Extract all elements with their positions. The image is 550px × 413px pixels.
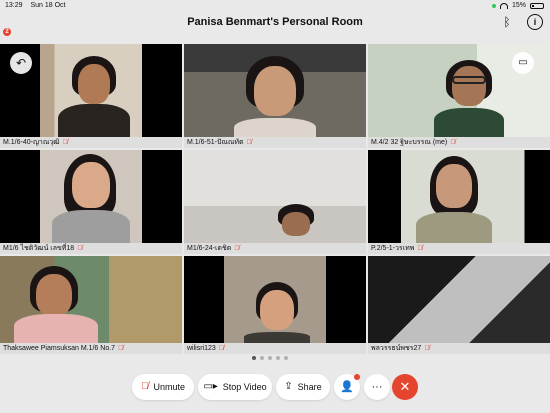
battery-icon (530, 2, 544, 9)
unmute-button[interactable]: 🎙̸ Unmute (132, 374, 194, 400)
participant-name-bar: P.2/5-1-วรเทพ 🎙̸ (368, 243, 550, 254)
participant-name-bar: M1/6 ไชติวัฒน์ เลขที่18 🎙̸ (0, 243, 182, 254)
participant-tile[interactable]: M1/6-24-เตชิต 🎙̸ (184, 150, 366, 254)
page-dot[interactable] (276, 356, 280, 360)
participants-icon: 👤 (340, 381, 354, 393)
participant-name: M1/6-24-เตชิต (187, 245, 232, 252)
participant-name-bar: พลวรรธน์พชร27 🎙̸ (368, 343, 550, 354)
participant-video (184, 150, 366, 243)
muted-mic-icon: 🎙̸ (417, 245, 423, 252)
participants-button[interactable]: 👤 (334, 374, 360, 400)
participant-video (368, 256, 550, 343)
participant-name-bar: wilisri123 🎙̸ (184, 343, 366, 354)
participant-name: M.4/2 32 ฐิษะบรรณ (me) (371, 139, 448, 146)
video-grid: M.1/6-40-ญาณวุฒิ 🎙̸ M.1/6-51-ปัณณทัต 🎙̸ M.… (0, 44, 550, 354)
gallery-layout-icon[interactable]: ▭ (512, 52, 534, 74)
status-time: 13:29 (5, 2, 23, 9)
alert-dot (354, 374, 360, 380)
participant-tile[interactable]: M1/6 ไชติวัฒน์ เลขที่18 🎙̸ (0, 150, 182, 254)
participant-video (0, 150, 182, 244)
more-icon: ··· (371, 381, 383, 393)
page-dot[interactable] (260, 356, 264, 360)
participant-tile[interactable]: wilisri123 🎙̸ (184, 256, 366, 354)
page-dot[interactable] (252, 356, 256, 360)
participant-video (0, 256, 182, 344)
participant-tile[interactable]: M.1/6-51-ปัณณทัต 🎙̸ (184, 44, 366, 148)
status-date: Sun 18 Oct (30, 2, 66, 9)
page-dot[interactable] (284, 356, 288, 360)
info-icon[interactable]: i (527, 14, 543, 30)
share-button[interactable]: ⇪ Share (276, 374, 330, 400)
muted-mic-icon: 🎙̸ (234, 245, 240, 252)
wifi-icon (499, 2, 508, 9)
participant-name: wilisri123 (187, 345, 216, 352)
notification-badge: 2 (3, 28, 11, 36)
participant-name-bar: M1/6-24-เตชิต 🎙̸ (184, 243, 366, 254)
muted-mic-icon: 🎙̸ (62, 139, 68, 146)
page-indicator[interactable] (252, 356, 288, 360)
muted-mic-icon: 🎙̸ (450, 139, 456, 146)
page-dot[interactable] (268, 356, 272, 360)
participant-name-bar: M.1/6-51-ปัณณทัต 🎙̸ (184, 137, 366, 148)
muted-mic-icon: 🎙̸ (140, 381, 149, 392)
participant-video (368, 150, 550, 244)
share-icon: ⇪ (284, 381, 293, 392)
participant-name: พลวรรธน์พชร27 (371, 345, 422, 352)
muted-mic-icon: 🎙̸ (218, 345, 225, 352)
participant-name: Thaksawee Piamsuksan M.1/6 No.7 (3, 345, 116, 352)
more-button[interactable]: ··· (364, 374, 390, 400)
participant-tile[interactable]: P.2/5-1-วรเทพ 🎙̸ (368, 150, 550, 254)
participant-name: M.1/6-51-ปัณณทัต (187, 139, 244, 146)
participant-video (184, 44, 366, 142)
back-icon[interactable]: ↶ (10, 52, 32, 74)
stop-video-label: Stop Video (222, 382, 267, 392)
title-bar: Panisa Benmart's Personal Room ᛒ i (0, 11, 550, 41)
participant-name-bar: M.4/2 32 ฐิษะบรรณ (me) 🎙̸ (368, 137, 550, 148)
participant-name: M1/6 ไชติวัฒน์ เลขที่18 (3, 245, 75, 252)
leave-meeting-button[interactable]: ✕ (392, 374, 418, 400)
camera-indicator-icon (491, 3, 496, 8)
video-camera-icon: ▭▸ (203, 381, 218, 392)
meeting-controls: 🎙̸ Unmute ▭▸ Stop Video ⇪ Share 👤 ··· ✕ (0, 372, 550, 402)
status-bar: 13:29 Sun 18 Oct 15% (0, 0, 550, 11)
participant-name: M.1/6-40-ญาณวุฒิ (3, 139, 60, 146)
battery-percent: 15% (511, 2, 526, 9)
participant-name-bar: M.1/6-40-ญาณวุฒิ 🎙̸ (0, 137, 182, 148)
participant-name-bar: Thaksawee Piamsuksan M.1/6 No.7 🎙̸ (0, 343, 182, 354)
participant-tile[interactable]: Thaksawee Piamsuksan M.1/6 No.7 🎙̸ (0, 256, 182, 354)
bluetooth-icon[interactable]: ᛒ (501, 14, 513, 30)
muted-mic-icon: 🎙̸ (77, 245, 83, 252)
close-icon: ✕ (399, 379, 411, 394)
muted-mic-icon: 🎙̸ (424, 345, 430, 352)
participant-name: P.2/5-1-วรเทพ (371, 245, 415, 252)
muted-mic-icon: 🎙̸ (118, 345, 124, 352)
muted-mic-icon: 🎙̸ (246, 139, 252, 146)
stop-video-button[interactable]: ▭▸ Stop Video (198, 374, 272, 400)
participant-video (184, 256, 366, 344)
unmute-label: Unmute (153, 382, 185, 392)
participant-tile[interactable]: พลวรรธน์พชร27 🎙̸ (368, 256, 550, 354)
meeting-title: Panisa Benmart's Personal Room (187, 16, 363, 28)
share-label: Share (297, 382, 322, 392)
